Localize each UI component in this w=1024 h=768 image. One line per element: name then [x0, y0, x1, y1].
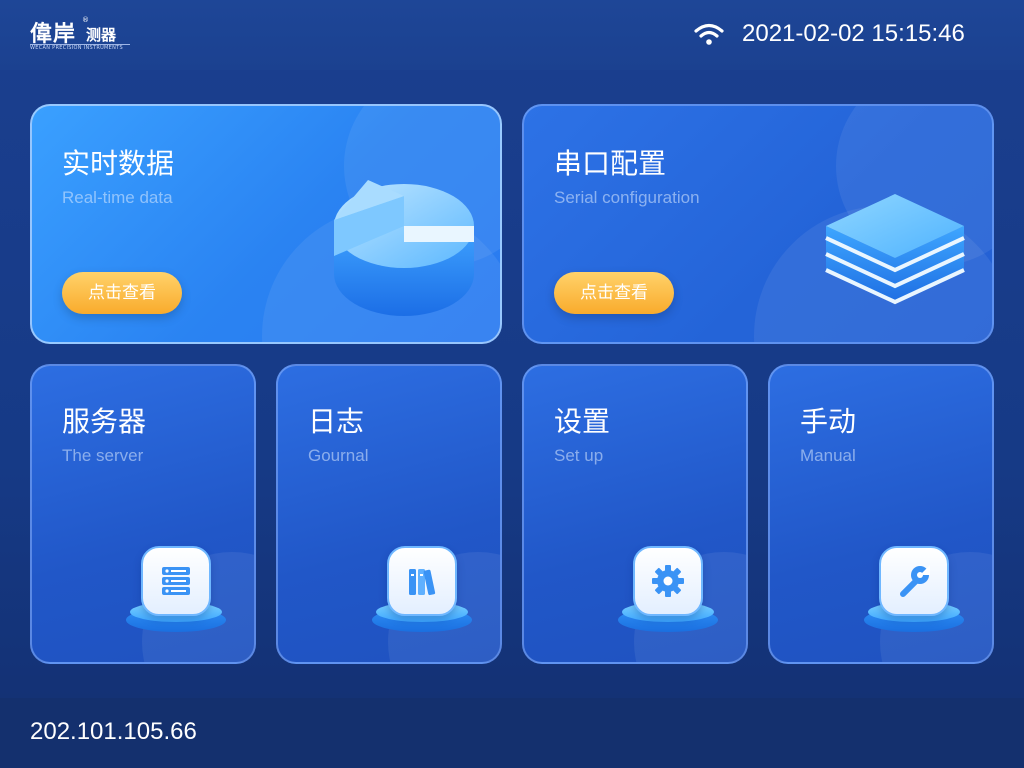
books-icon [409, 569, 436, 596]
card-log[interactable]: 日志 Gournal [276, 364, 502, 664]
logo-registered-mark: ® [82, 16, 89, 24]
wrench-icon [900, 565, 930, 597]
card-title: 服务器 [62, 405, 147, 438]
icon-tile [879, 546, 949, 616]
view-serial-button[interactable]: 点击查看 [554, 272, 674, 314]
wifi-icon [694, 23, 724, 45]
card-server[interactable]: 服务器 The server [30, 364, 256, 664]
bottom-bar: 202.101.105.66 [0, 698, 1024, 768]
card-settings[interactable]: 设置 Set up [522, 364, 748, 664]
card-subtitle: The server [62, 446, 144, 465]
card-realtime-data[interactable]: 实时数据 Real-time data 点击查看 [30, 104, 502, 344]
card-title: 日志 [308, 405, 365, 438]
card-title: 设置 [554, 405, 611, 438]
icon-tile [387, 546, 457, 616]
brand-logo: 偉岸 ® 测器 WECAN PRECISION INSTRUMENTS [30, 16, 140, 56]
card-subtitle: Set up [554, 446, 604, 465]
card-title: 实时数据 [62, 147, 175, 180]
card-title: 手动 [800, 405, 857, 438]
manual-icon-group [864, 544, 966, 640]
layers-stack-icon [825, 194, 965, 305]
card-subtitle: Serial configuration [554, 188, 700, 207]
card-subtitle: Real-time data [62, 188, 173, 207]
logo-sub-text: 测器 [86, 26, 117, 44]
card-subtitle: Manual [800, 446, 856, 465]
server-icon-group [126, 544, 228, 640]
card-subtitle: Gournal [308, 446, 369, 465]
top-bar: 偉岸 ® 测器 WECAN PRECISION INSTRUMENTS 2021… [0, 0, 1024, 70]
icon-tile [633, 546, 703, 616]
server-list-icon [162, 567, 190, 595]
log-icon-group [372, 544, 474, 640]
icon-tile [141, 546, 211, 616]
card-manual[interactable]: 手动 Manual [768, 364, 994, 664]
gear-icon [652, 565, 684, 597]
pie-chart-icon [334, 180, 474, 316]
card-serial-config[interactable]: 串口配置 Serial configuration 点击查看 [522, 104, 994, 344]
ip-address: 202.101.105.66 [30, 718, 197, 745]
view-realtime-button[interactable]: 点击查看 [62, 272, 182, 314]
settings-icon-group [618, 544, 720, 640]
card-title: 串口配置 [554, 147, 667, 180]
logo-tagline: WECAN PRECISION INSTRUMENTS [30, 45, 123, 51]
datetime-display: 2021-02-02 15:15:46 [742, 20, 965, 47]
